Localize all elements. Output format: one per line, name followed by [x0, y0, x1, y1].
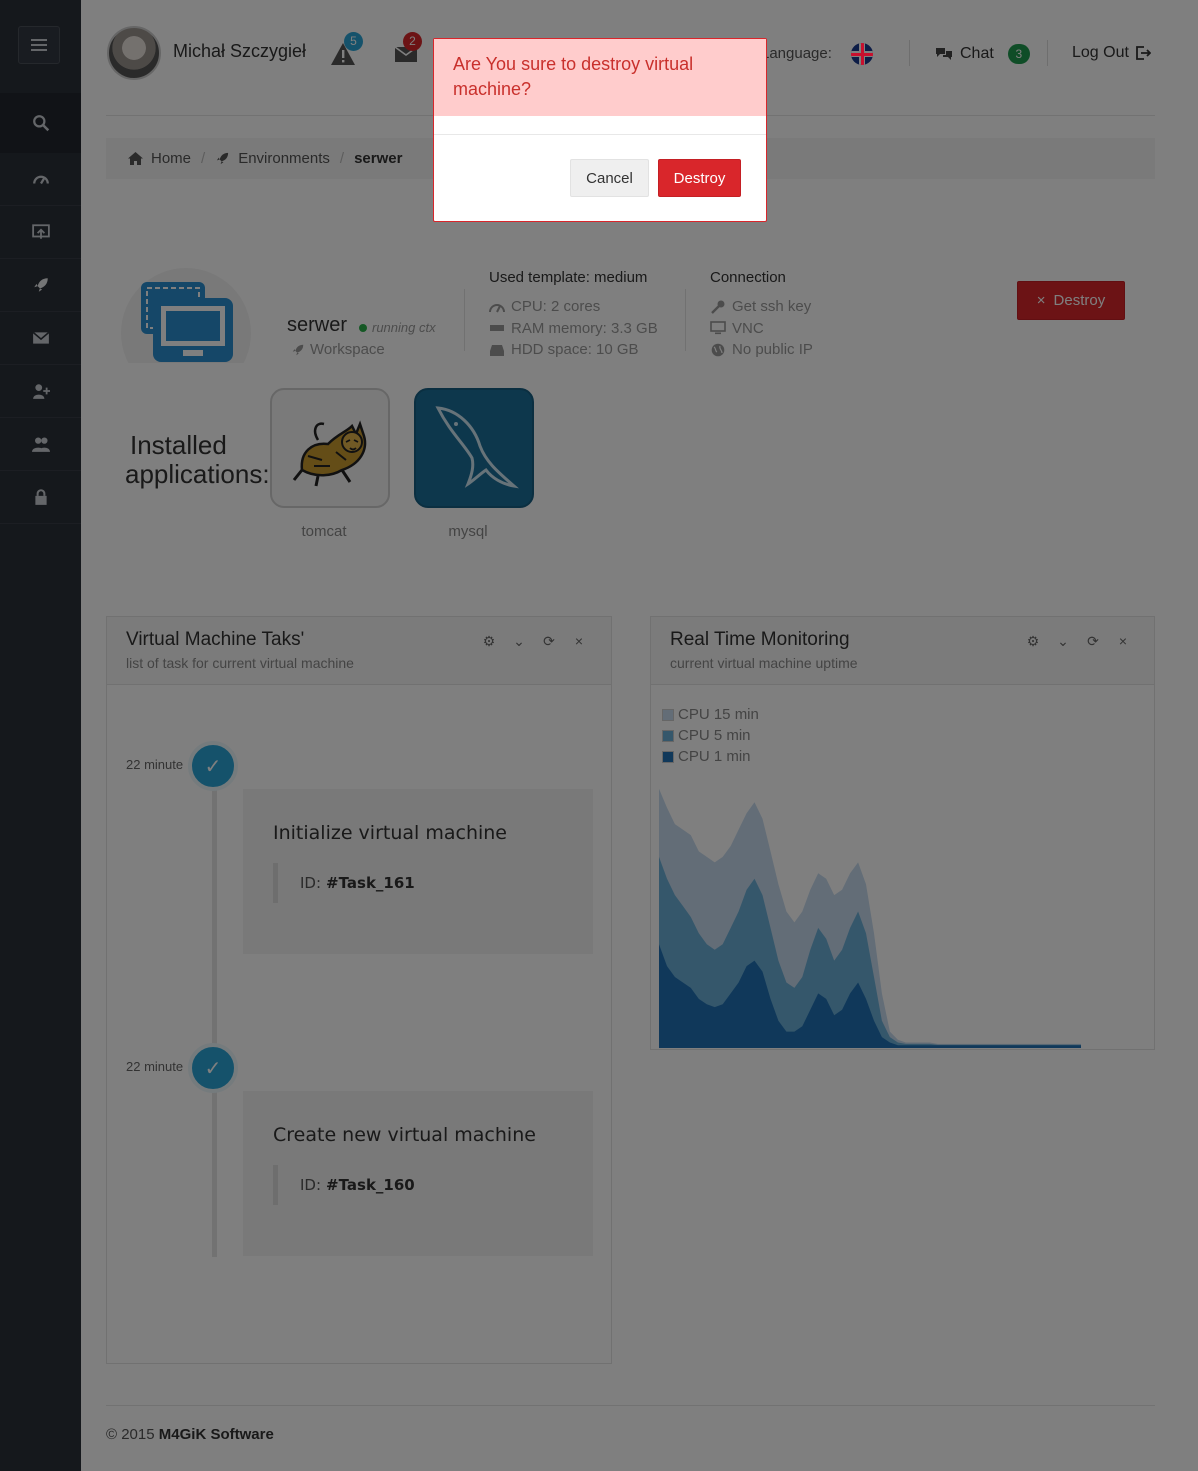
- dialog-message: Are You sure to destroy virtual machine?: [434, 39, 766, 116]
- confirm-destroy-dialog: Are You sure to destroy virtual machine?…: [433, 38, 767, 222]
- dialog-divider: [434, 134, 766, 135]
- cancel-button[interactable]: Cancel: [570, 159, 649, 197]
- confirm-destroy-button[interactable]: Destroy: [658, 159, 741, 197]
